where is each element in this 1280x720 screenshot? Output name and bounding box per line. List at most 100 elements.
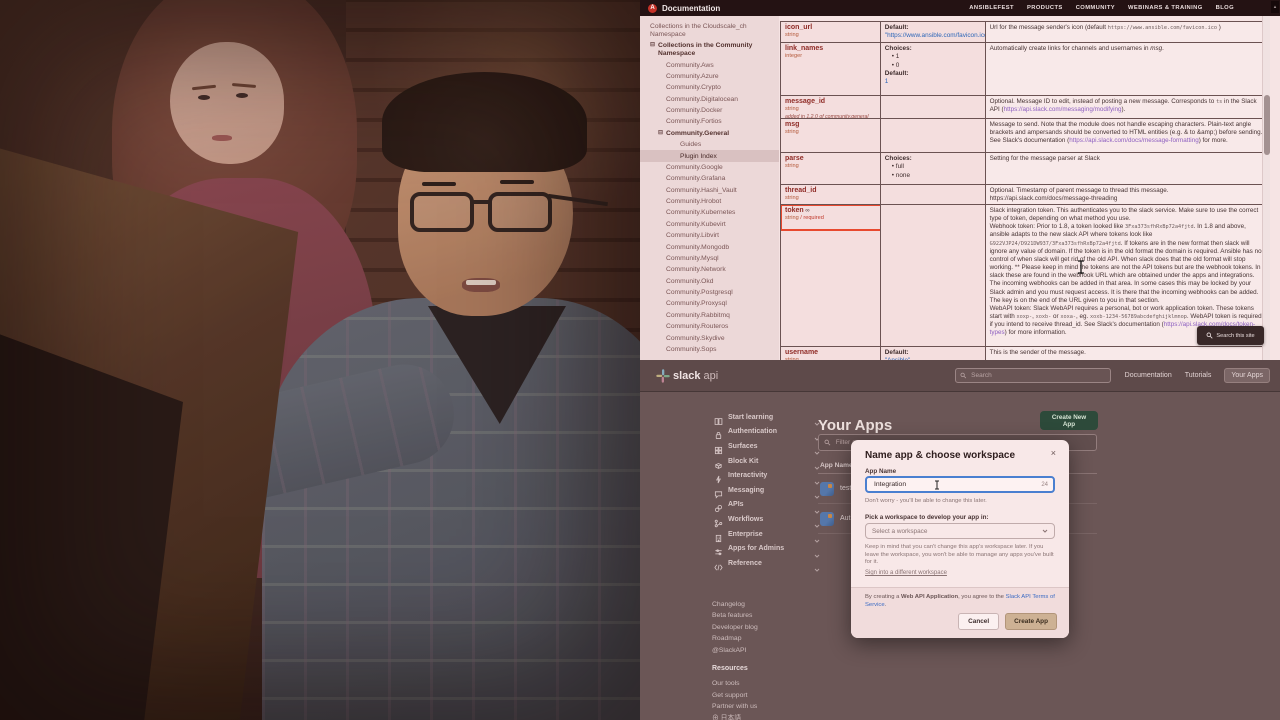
- default-value[interactable]: 1: [885, 78, 981, 86]
- docs-sidebar-item-community-libvirt[interactable]: Community.Libvirt: [640, 230, 779, 241]
- docs-sidebar-item-community-general[interactable]: ⊟ Community.General: [640, 128, 779, 139]
- scroll-up-arrow-icon[interactable]: ▴: [1271, 1, 1279, 13]
- search-this-site-button[interactable]: Search this site: [1197, 326, 1264, 345]
- docs-topnav-webinars-training[interactable]: WEBINARS & TRAINING: [1128, 5, 1203, 11]
- param-name[interactable]: token ∞: [785, 207, 876, 215]
- docs-sidebar-item-community-azure[interactable]: Community.Azure: [640, 71, 779, 82]
- param-name[interactable]: msg: [785, 121, 876, 129]
- slack-sidebar-item-reference[interactable]: Reference: [700, 556, 822, 572]
- create-app-button[interactable]: Create App: [1005, 613, 1057, 630]
- cancel-button[interactable]: Cancel: [958, 613, 1000, 630]
- sidebar-item-label: Community.Docker: [666, 107, 723, 115]
- sidebar-item-label: Community.Mysql: [666, 254, 719, 262]
- slack-link-our-tools[interactable]: Our tools: [712, 678, 757, 690]
- text-segment: xoxb-: [1035, 314, 1052, 321]
- docs-sidebar-item-community-google[interactable]: Community.Google: [640, 162, 779, 173]
- chevron-down-icon[interactable]: [814, 560, 820, 572]
- param-name[interactable]: message_id: [785, 98, 876, 106]
- locale-link[interactable]: ⊕ 日本語: [712, 713, 757, 720]
- choices-cell: Choices: • full • none: [880, 153, 986, 184]
- ansible-logo-icon[interactable]: A: [648, 3, 657, 13]
- slack-sidebar-item-interactivity[interactable]: Interactivity: [700, 468, 822, 485]
- docs-sidebar-item-community-skydive[interactable]: Community.Skydive: [640, 332, 779, 343]
- docs-sidebar-item-community-okd[interactable]: Community.Okd: [640, 276, 779, 287]
- docs-sidebar-item-plugin-index[interactable]: Plugin Index: [640, 150, 779, 162]
- default-value[interactable]: "https://www.ansible.com/favicon.ico": [885, 32, 985, 40]
- docs-sidebar-item-community-proxysql[interactable]: Community.Proxysql: [640, 298, 779, 309]
- slack-nav-tutorials[interactable]: Tutorials: [1185, 372, 1212, 379]
- param-row-msg: msg string Message to send. Note that the …: [781, 119, 1270, 153]
- comment-cell: Automatically create links for channels …: [985, 43, 1270, 95]
- sign-into-different-workspace-link[interactable]: Sign into a different workspace: [865, 570, 947, 576]
- docs-sidebar-item-community-routeros[interactable]: Community.Routeros: [640, 321, 779, 332]
- chevron-down-icon[interactable]: [814, 546, 820, 558]
- slack-link-developer-blog[interactable]: Developer blog: [712, 622, 758, 633]
- docs-title[interactable]: Documentation: [662, 4, 720, 13]
- slack-link-get-support[interactable]: Get support: [712, 690, 757, 702]
- docs-sidebar-item-community-digitalocean[interactable]: Community.Digitalocean: [640, 94, 779, 105]
- docs-sidebar-item-guides[interactable]: Guides: [640, 139, 779, 150]
- slack-sidebar-item-authentication[interactable]: Authentication: [700, 425, 822, 441]
- param-row-icon_url: icon_url string Default: "https://www.ansib…: [781, 22, 1270, 43]
- docs-sidebar-item-community-grafana[interactable]: Community.Grafana: [640, 173, 779, 184]
- docs-sidebar-item-community-sops[interactable]: Community.Sops: [640, 344, 779, 355]
- workspace-select[interactable]: Select a workspace: [865, 523, 1055, 539]
- slack-link-changelog[interactable]: Changelog: [712, 599, 758, 610]
- slack-sidebar-item-messaging[interactable]: Messaging: [700, 483, 822, 499]
- slack-search-input[interactable]: [969, 371, 1106, 380]
- slack-link-partner-with-us[interactable]: Partner with us: [712, 701, 757, 713]
- slack-api-brand[interactable]: slack api: [673, 370, 718, 382]
- docs-sidebar-item-community-docker[interactable]: Community.Docker: [640, 105, 779, 116]
- docs-sidebar-item-community-hrobot[interactable]: Community.Hrobot: [640, 196, 779, 207]
- collapse-icon[interactable]: ⊟: [658, 130, 663, 137]
- slack-link-beta-features[interactable]: Beta features: [712, 610, 758, 621]
- close-icon[interactable]: ×: [1049, 446, 1058, 460]
- slack-sidebar-item-workflows[interactable]: Workflows: [700, 512, 822, 529]
- param-name[interactable]: thread_id: [785, 187, 876, 195]
- docs-topnav-community[interactable]: COMMUNITY: [1076, 5, 1115, 11]
- docs-sidebar-item-community-mongodb[interactable]: Community.Mongodb: [640, 241, 779, 252]
- slack-search-box[interactable]: [954, 368, 1111, 383]
- comment-cell: Setting for the message parser at Slack: [985, 153, 1270, 184]
- docs-topnav-blog[interactable]: BLOG: [1216, 5, 1234, 11]
- docs-sidebar-item-community-fortios[interactable]: Community.Fortios: [640, 116, 779, 127]
- docs-scrollbar-thumb[interactable]: [1264, 95, 1270, 155]
- collapse-icon[interactable]: ⊟: [650, 42, 655, 49]
- param-name[interactable]: parse: [785, 155, 876, 163]
- param-name[interactable]: icon_url: [785, 24, 876, 32]
- docs-sidebar-item-collections-in-the-cloudscale-ch-namespace[interactable]: Collections in the Cloudscale_ch Namespa…: [640, 21, 779, 40]
- inline-link[interactable]: https://api.slack.com/docs/message-forma…: [1069, 137, 1199, 144]
- slack-link-roadmap[interactable]: Roadmap: [712, 633, 758, 644]
- docs-sidebar-item-community-crypto[interactable]: Community.Crypto: [640, 82, 779, 93]
- docs-sidebar-item-collections-in-the-community-namespace[interactable]: ⊟ Collections in the Community Namespace: [640, 40, 779, 59]
- app-name-input[interactable]: [872, 480, 932, 489]
- slack-nav-your-apps[interactable]: Your Apps: [1224, 368, 1270, 383]
- docs-sidebar-item-community-kubernetes[interactable]: Community.Kubernetes: [640, 207, 779, 218]
- app-name-field[interactable]: 24: [865, 476, 1055, 493]
- docs-sidebar-item-community-postgresql[interactable]: Community.Postgresql: [640, 287, 779, 298]
- docs-topnav-ansiblefest[interactable]: ANSIBLEFEST: [969, 5, 1014, 11]
- slack-sidebar-item-apis[interactable]: APIs: [700, 498, 822, 514]
- param-name[interactable]: username: [785, 349, 876, 357]
- docs-scrollbar[interactable]: [1262, 16, 1270, 360]
- photo-vignette: [0, 0, 640, 720]
- slack-sidebar-item-surfaces[interactable]: Surfaces: [700, 439, 822, 456]
- docs-sidebar-item-community-mysql[interactable]: Community.Mysql: [640, 253, 779, 264]
- slack-link-slackapi[interactable]: @SlackAPI: [712, 645, 758, 656]
- slack-sidebar-item-enterprise[interactable]: Enterprise: [700, 527, 822, 543]
- docs-topnav-products[interactable]: PRODUCTS: [1027, 5, 1063, 11]
- docs-sidebar-item-community-aws[interactable]: Community.Aws: [640, 59, 779, 70]
- slack-sidebar-item-apps-for-admins[interactable]: Apps for Admins: [700, 541, 822, 558]
- slack-nav-documentation[interactable]: Documentation: [1125, 372, 1172, 379]
- docs-sidebar-item-community-rabbitmq[interactable]: Community.Rabbitmq: [640, 310, 779, 321]
- create-new-app-button[interactable]: Create New App: [1040, 411, 1098, 430]
- slack-sidebar-item-start-learning[interactable]: Start learning: [700, 410, 822, 427]
- inline-link[interactable]: https://api.slack.com/messaging/modifyin…: [1004, 106, 1122, 113]
- docs-sidebar-item-community-hashi-vault[interactable]: Community.Hashi_Vault: [640, 185, 779, 196]
- comment-cell: Url for the message sender's icon (defau…: [985, 22, 1270, 42]
- docs-sidebar-item-community-network[interactable]: Community.Network: [640, 264, 779, 275]
- param-name[interactable]: link_names: [785, 45, 876, 53]
- slack-sidebar-item-block-kit[interactable]: Block Kit: [700, 454, 822, 470]
- slack-logo-icon[interactable]: [656, 368, 670, 383]
- docs-sidebar-item-community-kubevirt[interactable]: Community.Kubevirt: [640, 219, 779, 230]
